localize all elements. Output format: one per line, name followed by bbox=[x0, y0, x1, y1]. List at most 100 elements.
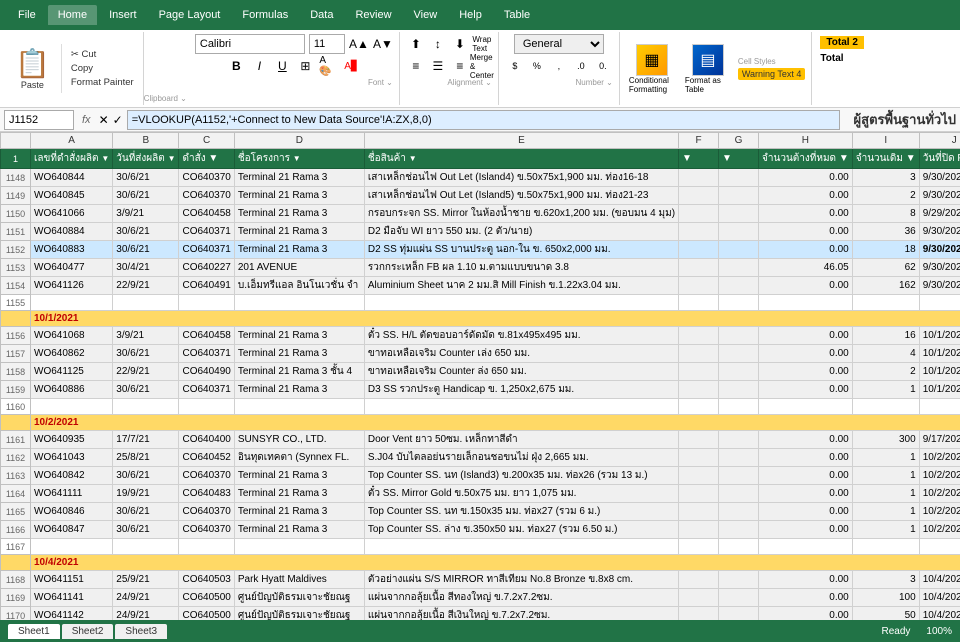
cell-i[interactable]: 1 bbox=[852, 503, 919, 521]
align-center-button[interactable]: ☰ bbox=[428, 56, 448, 76]
cell-a[interactable]: WO640842 bbox=[31, 467, 113, 485]
currency-button[interactable]: $ bbox=[505, 56, 525, 76]
increase-decimal-button[interactable]: .0 bbox=[571, 56, 591, 76]
cell-j[interactable]: 9/30/2021 bbox=[919, 277, 960, 295]
format-painter-button[interactable]: Format Painter bbox=[68, 76, 137, 89]
cell-h[interactable]: 0.00 bbox=[759, 187, 853, 205]
cell-c[interactable]: CO640370 bbox=[179, 521, 234, 539]
cell-i[interactable]: 1 bbox=[852, 485, 919, 503]
cell-a[interactable] bbox=[31, 295, 113, 311]
cell-d[interactable]: ศูนย์ปัญบัติธรมเจาะชัยณฐ bbox=[234, 589, 364, 607]
cell-e[interactable]: แผ่นจากกอลุ้ยเนื้อ สีเงินใหญ่ ข.7.2x7.2ซ… bbox=[364, 607, 678, 621]
cell-j[interactable]: 9/30/2021 bbox=[919, 187, 960, 205]
cell-e[interactable]: ขาทอเหลือเจริม Counter เล่ง 650 มม. bbox=[364, 345, 678, 363]
cell-b[interactable]: 25/8/21 bbox=[113, 449, 179, 467]
cell-c[interactable]: CO640371 bbox=[179, 223, 234, 241]
cell-d[interactable]: Park Hyatt Maldives bbox=[234, 571, 364, 589]
sheet-tab-1[interactable]: Sheet1 bbox=[8, 624, 60, 639]
cell-e[interactable]: Top Counter SS. ล่าง ข.350x50 มม. ท่อx27… bbox=[364, 521, 678, 539]
cell-i[interactable]: 1 bbox=[852, 449, 919, 467]
cell-d[interactable]: Terminal 21 Rama 3 bbox=[234, 327, 364, 345]
cell-h[interactable] bbox=[759, 295, 853, 311]
number-format-select[interactable]: General bbox=[514, 34, 604, 54]
tab-file[interactable]: File bbox=[8, 5, 46, 25]
cell-i[interactable] bbox=[852, 399, 919, 415]
cell-reference-input[interactable] bbox=[4, 110, 74, 130]
col-header-e[interactable]: E bbox=[364, 133, 678, 149]
cell-c[interactable] bbox=[179, 539, 234, 555]
cell-f[interactable] bbox=[679, 571, 719, 589]
cell-i[interactable]: 2 bbox=[852, 363, 919, 381]
warning-text-badge[interactable]: Warning Text 4 bbox=[738, 68, 806, 80]
cell-a[interactable]: WO640886 bbox=[31, 381, 113, 399]
cell-b[interactable] bbox=[113, 295, 179, 311]
cell-f[interactable] bbox=[679, 399, 719, 415]
cell-e[interactable] bbox=[364, 399, 678, 415]
cell-f[interactable] bbox=[679, 589, 719, 607]
decrease-font-button[interactable]: A▼ bbox=[373, 34, 393, 54]
cell-j[interactable] bbox=[919, 399, 960, 415]
cell-e[interactable]: ตัวอย่างแผ่น S/S MIRROR ทาสีเทียม No.8 B… bbox=[364, 571, 678, 589]
cell-j[interactable]: 10/4/2021 bbox=[919, 607, 960, 621]
cell-b[interactable]: 30/6/21 bbox=[113, 169, 179, 187]
cell-i[interactable]: 50 bbox=[852, 607, 919, 621]
cell-j[interactable] bbox=[919, 295, 960, 311]
table-wrapper[interactable]: A B C D E F G H I J K L 1 เลขที่ดำสั่งผล… bbox=[0, 132, 960, 620]
cell-j[interactable] bbox=[919, 539, 960, 555]
cell-e[interactable]: ตั๋ว SS. Mirror Gold ข.50x75 มม. ยาว 1,0… bbox=[364, 485, 678, 503]
cell-h[interactable]: 46.05 bbox=[759, 259, 853, 277]
cell-d[interactable] bbox=[234, 295, 364, 311]
cell-f[interactable] bbox=[679, 295, 719, 311]
cell-c[interactable] bbox=[179, 295, 234, 311]
cell-f[interactable] bbox=[679, 205, 719, 223]
cell-h[interactable]: 0.00 bbox=[759, 485, 853, 503]
cell-a[interactable]: WO640845 bbox=[31, 187, 113, 205]
cell-f[interactable] bbox=[679, 467, 719, 485]
cell-h[interactable]: 0.00 bbox=[759, 607, 853, 621]
cell-a[interactable]: WO640935 bbox=[31, 431, 113, 449]
cell-h[interactable]: 0.00 bbox=[759, 223, 853, 241]
bold-button[interactable]: B bbox=[226, 56, 246, 76]
cell-i[interactable]: 36 bbox=[852, 223, 919, 241]
cell-f[interactable] bbox=[679, 503, 719, 521]
cell-j[interactable]: 10/2/2021 bbox=[919, 467, 960, 485]
increase-font-button[interactable]: A▲ bbox=[349, 34, 369, 54]
cell-j[interactable]: 10/2/2021 bbox=[919, 485, 960, 503]
cell-e[interactable]: ขาทอเหลือเจริม Counter ล่ง 650 มม. bbox=[364, 363, 678, 381]
cell-i[interactable]: 3 bbox=[852, 169, 919, 187]
cell-e[interactable]: D2 SS ทุ่มแผ่น SS บานประตู นอก-ใน ข. 650… bbox=[364, 241, 678, 259]
cell-i[interactable]: 2 bbox=[852, 187, 919, 205]
cell-a[interactable]: WO641126 bbox=[31, 277, 113, 295]
cell-e[interactable]: Door Vent ยาว 50ซม. เหล็กทาสีดำ bbox=[364, 431, 678, 449]
cell-b[interactable]: 30/6/21 bbox=[113, 521, 179, 539]
cell-g[interactable] bbox=[719, 187, 759, 205]
cell-g[interactable] bbox=[719, 589, 759, 607]
col-header-a[interactable]: A bbox=[31, 133, 113, 149]
cell-b[interactable]: 24/9/21 bbox=[113, 589, 179, 607]
cell-b[interactable]: 30/6/21 bbox=[113, 345, 179, 363]
cell-c[interactable]: CO640458 bbox=[179, 205, 234, 223]
cell-g[interactable] bbox=[719, 485, 759, 503]
cell-a[interactable]: WO641066 bbox=[31, 205, 113, 223]
tab-view[interactable]: View bbox=[404, 5, 448, 25]
cell-a[interactable]: WO640477 bbox=[31, 259, 113, 277]
cell-h[interactable]: 0.00 bbox=[759, 327, 853, 345]
cell-i[interactable] bbox=[852, 295, 919, 311]
cell-g[interactable] bbox=[719, 571, 759, 589]
cell-i[interactable]: 3 bbox=[852, 571, 919, 589]
cell-j[interactable]: 9/30/2021 bbox=[919, 223, 960, 241]
align-left-button[interactable]: ≡ bbox=[406, 56, 426, 76]
cell-i[interactable]: 4 bbox=[852, 345, 919, 363]
tab-table[interactable]: Table bbox=[494, 5, 540, 25]
cell-e[interactable]: กรอบกระจก SS. Mirror ในห้องน้ำชาย ข.620x… bbox=[364, 205, 678, 223]
cell-c[interactable]: CO640483 bbox=[179, 485, 234, 503]
cell-d[interactable]: Terminal 21 Rama 3 bbox=[234, 467, 364, 485]
tab-help[interactable]: Help bbox=[449, 5, 492, 25]
cell-g[interactable] bbox=[719, 381, 759, 399]
cell-d[interactable]: อินทุดเทคตา (Synnex FL. bbox=[234, 449, 364, 467]
col-header-h[interactable]: H bbox=[759, 133, 853, 149]
cell-i[interactable]: 1 bbox=[852, 467, 919, 485]
col-header-f[interactable]: F bbox=[679, 133, 719, 149]
cell-c[interactable]: CO640371 bbox=[179, 345, 234, 363]
font-name-input[interactable] bbox=[195, 34, 305, 54]
